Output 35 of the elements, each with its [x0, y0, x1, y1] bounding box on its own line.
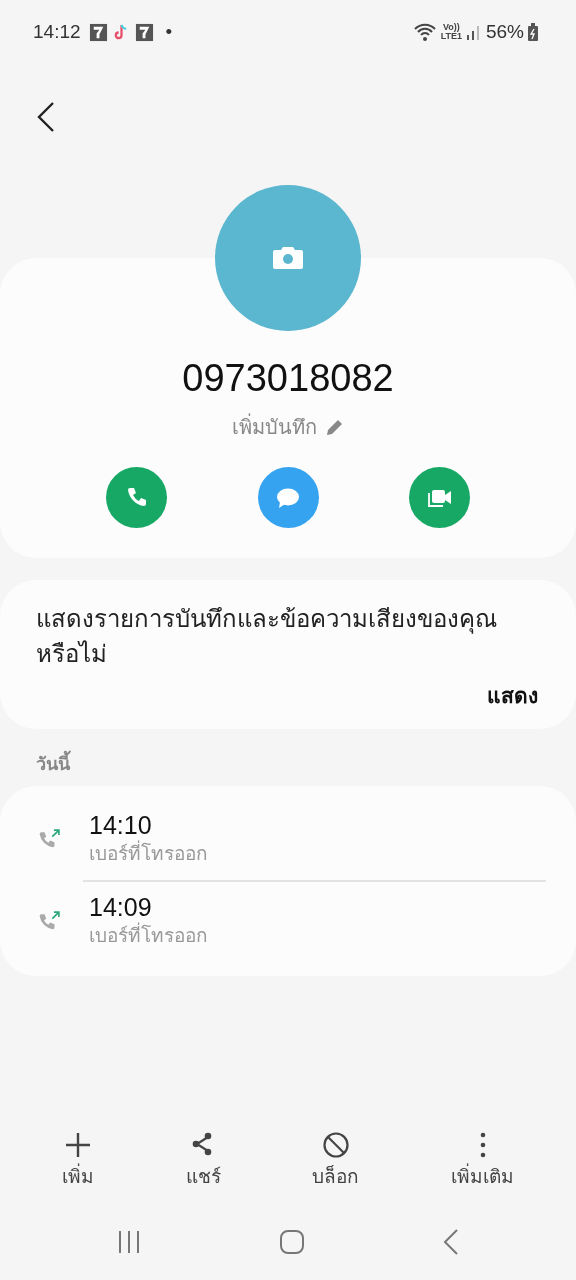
- prompt-text: แสดงรายการบันทึกและข้อความเสียงของคุณหรือไม่: [36, 604, 498, 669]
- back-icon[interactable]: [36, 100, 56, 134]
- show-button[interactable]: แสดง: [487, 679, 538, 712]
- store-app-icon: [88, 22, 108, 42]
- volte-label: Vo)): [442, 23, 460, 32]
- signal-icon: [465, 23, 482, 41]
- section-heading: วันนี้: [0, 751, 576, 779]
- wifi-icon: [412, 22, 437, 42]
- network-label: LTE1: [440, 32, 462, 41]
- message-button[interactable]: [257, 467, 319, 528]
- call-button[interactable]: [106, 467, 167, 528]
- more-button[interactable]: เพิ่มเติม: [445, 1130, 521, 1210]
- status-time: 14:12: [33, 19, 81, 44]
- block-icon: [321, 1131, 350, 1159]
- pencil-icon: [324, 417, 345, 437]
- call-type: เบอร์ที่โทรออก: [89, 839, 208, 866]
- share-button[interactable]: แชร์: [179, 1130, 227, 1210]
- call-log-item[interactable]: 14:09 เบอร์ที่โทรออก: [0, 882, 576, 963]
- phone-number: 0973018082: [182, 356, 394, 401]
- battery-percent: 56%: [485, 19, 524, 44]
- add-button[interactable]: เพิ่ม: [55, 1130, 100, 1210]
- call-type: เบอร์ที่โทรออก: [89, 921, 208, 948]
- call-log-item[interactable]: 14:10 เบอร์ที่โทรออก: [0, 800, 576, 881]
- video-button[interactable]: [409, 467, 470, 528]
- recent-apps-icon[interactable]: [117, 1230, 142, 1254]
- home-icon[interactable]: [280, 1230, 304, 1254]
- camera-icon[interactable]: [272, 246, 304, 270]
- add-icon: [63, 1131, 92, 1159]
- battery-charging-icon: [528, 23, 538, 41]
- call-time: 14:10: [89, 812, 153, 840]
- call-time: 14:09: [89, 894, 153, 922]
- more-options-icon: [479, 1131, 486, 1159]
- notification-dot: •: [165, 19, 173, 44]
- store-app-icon: [134, 22, 154, 42]
- block-button[interactable]: บล็อก: [306, 1130, 366, 1210]
